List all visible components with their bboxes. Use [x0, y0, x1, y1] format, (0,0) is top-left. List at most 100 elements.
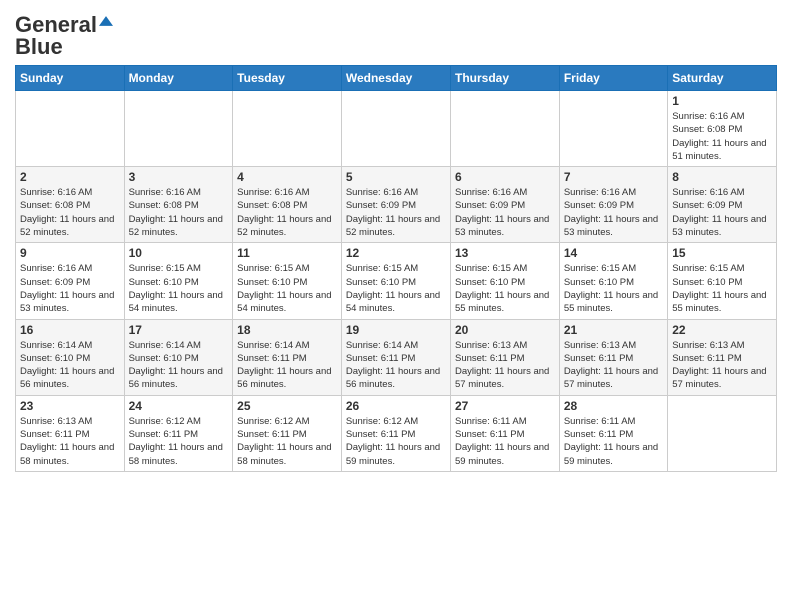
day-info: Sunrise: 6:13 AM Sunset: 6:11 PM Dayligh…: [20, 415, 120, 468]
day-number: 16: [20, 323, 120, 337]
col-header-monday: Monday: [124, 66, 233, 91]
calendar-cell: 18Sunrise: 6:14 AM Sunset: 6:11 PM Dayli…: [233, 319, 342, 395]
calendar-cell: [559, 91, 667, 167]
calendar-cell: 19 Sunrise: 6:14 AM Sunset: 6:11 PM Dayli…: [341, 319, 450, 395]
day-number: 9: [20, 246, 120, 260]
calendar-cell: [341, 91, 450, 167]
calendar-week-5: 23 Sunrise: 6:13 AM Sunset: 6:11 PM Dayli…: [16, 395, 777, 471]
calendar-cell: 14 Sunrise: 6:15 AM Sunset: 6:10 PM Dayli…: [559, 243, 667, 319]
day-number: 8: [672, 170, 772, 184]
calendar-cell: 2 Sunrise: 6:16 AM Sunset: 6:08 PM Daylig…: [16, 167, 125, 243]
day-info: Sunrise: 6:14 AM Sunset: 6:10 PM Dayligh…: [129, 339, 229, 392]
calendar-cell: 8 Sunrise: 6:16 AM Sunset: 6:09 PM Daylig…: [668, 167, 777, 243]
calendar-cell: 11 Sunrise: 6:15 AM Sunset: 6:10 PM Dayli…: [233, 243, 342, 319]
day-number: 15: [672, 246, 772, 260]
page-header: General Blue: [15, 10, 777, 59]
col-header-thursday: Thursday: [450, 66, 559, 91]
calendar-cell: [668, 395, 777, 471]
calendar-cell: 4 Sunrise: 6:16 AM Sunset: 6:08 PM Daylig…: [233, 167, 342, 243]
calendar-header-row: SundayMondayTuesdayWednesdayThursdayFrid…: [16, 66, 777, 91]
day-number: 24: [129, 399, 229, 413]
day-info: Sunrise: 6:15 AM Sunset: 6:10 PM Dayligh…: [237, 262, 337, 315]
calendar-cell: 13 Sunrise: 6:15 AM Sunset: 6:10 PM Dayli…: [450, 243, 559, 319]
calendar-week-4: 16 Sunrise: 6:14 AM Sunset: 6:10 PM Dayli…: [16, 319, 777, 395]
calendar-table: SundayMondayTuesdayWednesdayThursdayFrid…: [15, 65, 777, 472]
day-number: 4: [237, 170, 337, 184]
day-info: Sunrise: 6:16 AM Sunset: 6:09 PM Dayligh…: [20, 262, 120, 315]
logo: General Blue: [15, 14, 113, 59]
day-info: Sunrise: 6:16 AM Sunset: 6:08 PM Dayligh…: [20, 186, 120, 239]
calendar-cell: 20 Sunrise: 6:13 AM Sunset: 6:11 PM Dayli…: [450, 319, 559, 395]
day-info: Sunrise: 6:16 AM Sunset: 6:09 PM Dayligh…: [346, 186, 446, 239]
day-number: 12: [346, 246, 446, 260]
col-header-friday: Friday: [559, 66, 667, 91]
logo-text-blue: Blue: [15, 34, 63, 59]
calendar-cell: 9 Sunrise: 6:16 AM Sunset: 6:09 PM Daylig…: [16, 243, 125, 319]
day-number: 26: [346, 399, 446, 413]
col-header-tuesday: Tuesday: [233, 66, 342, 91]
day-info: Sunrise: 6:12 AM Sunset: 6:11 PM Dayligh…: [237, 415, 337, 468]
day-number: 1: [672, 94, 772, 108]
calendar-cell: 3 Sunrise: 6:16 AM Sunset: 6:08 PM Daylig…: [124, 167, 233, 243]
calendar-cell: [233, 91, 342, 167]
day-number: 3: [129, 170, 229, 184]
calendar-cell: 15 Sunrise: 6:15 AM Sunset: 6:10 PM Dayli…: [668, 243, 777, 319]
day-info: Sunrise: 6:16 AM Sunset: 6:08 PM Dayligh…: [237, 186, 337, 239]
logo-text-general: General: [15, 14, 97, 36]
calendar-cell: 16 Sunrise: 6:14 AM Sunset: 6:10 PM Dayli…: [16, 319, 125, 395]
day-info: Sunrise: 6:13 AM Sunset: 6:11 PM Dayligh…: [672, 339, 772, 392]
calendar-cell: [16, 91, 125, 167]
day-info: Sunrise: 6:14 AM Sunset: 6:10 PM Dayligh…: [20, 339, 120, 392]
day-number: 21: [564, 323, 663, 337]
day-number: 23: [20, 399, 120, 413]
day-number: 10: [129, 246, 229, 260]
day-info: Sunrise: 6:11 AM Sunset: 6:11 PM Dayligh…: [564, 415, 663, 468]
calendar-cell: [450, 91, 559, 167]
day-number: 14: [564, 246, 663, 260]
calendar-week-1: 1 Sunrise: 6:16 AM Sunset: 6:08 PM Daylig…: [16, 91, 777, 167]
logo-icon: [99, 14, 113, 28]
day-number: 17: [129, 323, 229, 337]
calendar-cell: 24Sunrise: 6:12 AM Sunset: 6:11 PM Dayli…: [124, 395, 233, 471]
col-header-sunday: Sunday: [16, 66, 125, 91]
day-info: Sunrise: 6:15 AM Sunset: 6:10 PM Dayligh…: [672, 262, 772, 315]
day-info: Sunrise: 6:16 AM Sunset: 6:08 PM Dayligh…: [672, 110, 772, 163]
day-info: Sunrise: 6:16 AM Sunset: 6:09 PM Dayligh…: [672, 186, 772, 239]
day-info: Sunrise: 6:15 AM Sunset: 6:10 PM Dayligh…: [455, 262, 555, 315]
day-info: Sunrise: 6:14 AM Sunset: 6:11 PM Dayligh…: [346, 339, 446, 392]
day-number: 27: [455, 399, 555, 413]
calendar-cell: 28 Sunrise: 6:11 AM Sunset: 6:11 PM Dayli…: [559, 395, 667, 471]
day-number: 7: [564, 170, 663, 184]
calendar-cell: 10 Sunrise: 6:15 AM Sunset: 6:10 PM Dayli…: [124, 243, 233, 319]
calendar-cell: 25Sunrise: 6:12 AM Sunset: 6:11 PM Dayli…: [233, 395, 342, 471]
day-number: 13: [455, 246, 555, 260]
day-number: 18: [237, 323, 337, 337]
col-header-wednesday: Wednesday: [341, 66, 450, 91]
calendar-cell: [124, 91, 233, 167]
day-info: Sunrise: 6:12 AM Sunset: 6:11 PM Dayligh…: [346, 415, 446, 468]
day-number: 22: [672, 323, 772, 337]
day-info: Sunrise: 6:16 AM Sunset: 6:09 PM Dayligh…: [564, 186, 663, 239]
day-info: Sunrise: 6:15 AM Sunset: 6:10 PM Dayligh…: [346, 262, 446, 315]
calendar-cell: 22 Sunrise: 6:13 AM Sunset: 6:11 PM Dayli…: [668, 319, 777, 395]
day-info: Sunrise: 6:13 AM Sunset: 6:11 PM Dayligh…: [455, 339, 555, 392]
col-header-saturday: Saturday: [668, 66, 777, 91]
calendar-cell: 26 Sunrise: 6:12 AM Sunset: 6:11 PM Dayli…: [341, 395, 450, 471]
calendar-cell: 23 Sunrise: 6:13 AM Sunset: 6:11 PM Dayli…: [16, 395, 125, 471]
calendar-cell: 6Sunrise: 6:16 AM Sunset: 6:09 PM Daylig…: [450, 167, 559, 243]
calendar-week-3: 9 Sunrise: 6:16 AM Sunset: 6:09 PM Daylig…: [16, 243, 777, 319]
day-number: 19: [346, 323, 446, 337]
day-number: 11: [237, 246, 337, 260]
day-number: 20: [455, 323, 555, 337]
day-info: Sunrise: 6:15 AM Sunset: 6:10 PM Dayligh…: [564, 262, 663, 315]
day-info: Sunrise: 6:15 AM Sunset: 6:10 PM Dayligh…: [129, 262, 229, 315]
day-info: Sunrise: 6:13 AM Sunset: 6:11 PM Dayligh…: [564, 339, 663, 392]
day-info: Sunrise: 6:16 AM Sunset: 6:08 PM Dayligh…: [129, 186, 229, 239]
calendar-cell: 7 Sunrise: 6:16 AM Sunset: 6:09 PM Daylig…: [559, 167, 667, 243]
day-number: 28: [564, 399, 663, 413]
calendar-cell: 12 Sunrise: 6:15 AM Sunset: 6:10 PM Dayli…: [341, 243, 450, 319]
calendar-cell: 17 Sunrise: 6:14 AM Sunset: 6:10 PM Dayli…: [124, 319, 233, 395]
day-number: 2: [20, 170, 120, 184]
calendar-week-2: 2 Sunrise: 6:16 AM Sunset: 6:08 PM Daylig…: [16, 167, 777, 243]
calendar-cell: 21 Sunrise: 6:13 AM Sunset: 6:11 PM Dayli…: [559, 319, 667, 395]
